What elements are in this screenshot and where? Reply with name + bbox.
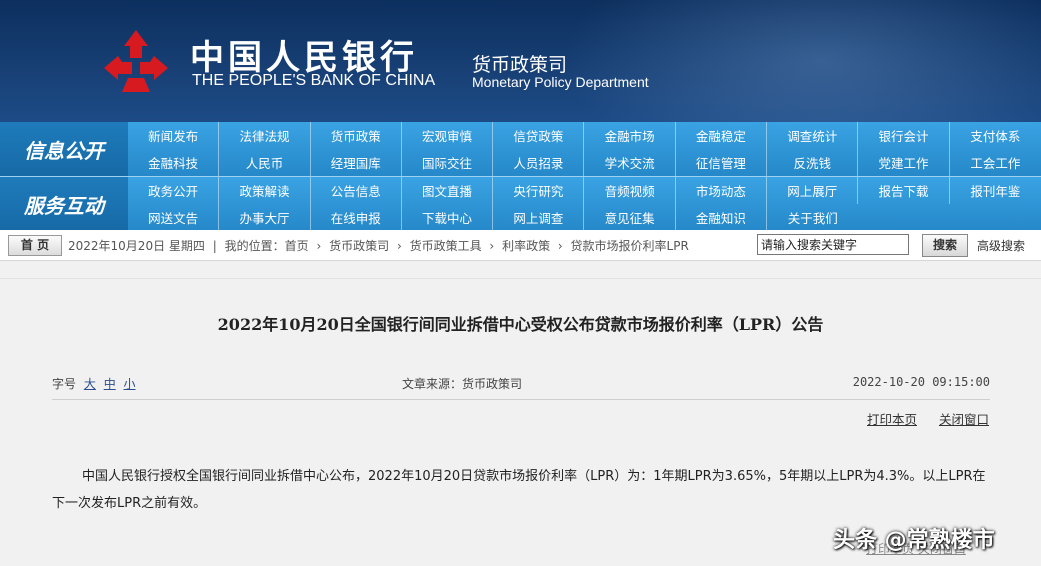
nav-item[interactable]: 学术交流 <box>584 149 676 176</box>
nav-item[interactable]: 调查统计 <box>767 122 859 149</box>
nav-item[interactable]: 关于我们 <box>767 204 858 231</box>
breadcrumb-arrow-icon: › <box>316 239 322 253</box>
print-page-link[interactable]: 打印本页 <box>867 412 917 427</box>
font-size-label: 字号 <box>52 377 77 391</box>
article-actions: 打印本页 关闭窗口 <box>849 409 989 428</box>
nav-grid-service: 政务公开 政策解读 公告信息 图文直播 央行研究 音频视频 市场动态 网上展厅 … <box>128 177 1041 231</box>
breadcrumb-location-label[interactable]: 我的位置：首页 <box>225 239 309 253</box>
nav-item[interactable]: 金融知识 <box>676 204 768 231</box>
department-name-en: Monetary Policy Department <box>472 74 649 90</box>
breadcrumb-item[interactable]: 利率政策 <box>502 239 550 253</box>
font-medium-link[interactable]: 中 <box>104 377 116 391</box>
advanced-search-link[interactable]: 高级搜索 <box>977 237 1025 254</box>
nav-item[interactable]: 信贷政策 <box>493 122 585 149</box>
nav-item[interactable]: 人民币 <box>219 149 311 176</box>
nav-item[interactable]: 银行会计 <box>858 122 950 149</box>
nav-item[interactable]: 政务公开 <box>128 177 220 204</box>
breadcrumb-separator: | <box>212 239 217 253</box>
nav-item[interactable]: 办事大厅 <box>219 204 311 231</box>
nav-item[interactable]: 宏观审慎 <box>402 122 494 149</box>
nav-section-service-label: 服务互动 <box>0 177 128 231</box>
nav-item[interactable]: 金融市场 <box>584 122 676 149</box>
font-size-control: 字号 大 中 小 <box>52 375 136 392</box>
nav-item[interactable]: 音频视频 <box>584 177 676 204</box>
nav-item[interactable]: 网送文告 <box>128 204 220 231</box>
nav-item[interactable]: 金融科技 <box>128 149 220 176</box>
breadcrumb-arrow-icon: › <box>557 239 563 253</box>
banner-glow <box>561 0 1041 122</box>
nav-item[interactable]: 货币政策 <box>311 122 402 149</box>
breadcrumb-bar: 首 页 2022年10月20日 星期四 | 我的位置：首页 › 货币政策司 › … <box>0 230 1041 261</box>
nav-item[interactable]: 公告信息 <box>311 177 402 204</box>
article-meta: 字号 大 中 小 文章来源：货币政策司 2022-10-20 09:15:00 <box>52 369 990 400</box>
nav-item[interactable]: 网上展厅 <box>767 177 859 204</box>
nav-item[interactable]: 图文直播 <box>402 177 494 204</box>
nav-item[interactable]: 政策解读 <box>219 177 311 204</box>
current-date: 2022年10月20日 星期四 <box>68 239 205 253</box>
breadcrumb-arrow-icon: › <box>396 239 402 253</box>
nav-item[interactable]: 反洗钱 <box>767 149 859 176</box>
department-name-cn: 货币政策司 <box>472 54 568 76</box>
nav-item[interactable]: 人员招录 <box>493 149 585 176</box>
close-window-link[interactable]: 关闭窗口 <box>939 412 989 427</box>
breadcrumb-arrow-icon: › <box>489 239 495 253</box>
breadcrumb-item[interactable]: 货币政策司 <box>329 239 389 253</box>
nav-item[interactable]: 在线申报 <box>311 204 402 231</box>
home-button[interactable]: 首 页 <box>8 235 62 256</box>
nav-item[interactable]: 报告下载 <box>858 177 950 204</box>
nav-item[interactable]: 下载中心 <box>402 204 494 231</box>
pboc-logo-icon <box>104 30 168 92</box>
nav-item[interactable]: 报刊年鉴 <box>950 177 1041 204</box>
nav-item[interactable]: 国际交往 <box>402 149 494 176</box>
font-large-link[interactable]: 大 <box>84 377 96 391</box>
watermark: 头条 @常熟楼市 <box>833 528 995 553</box>
nav-item[interactable]: 网上调查 <box>493 204 585 231</box>
nav-item[interactable]: 法律法规 <box>219 122 311 149</box>
nav-item[interactable]: 新闻发布 <box>128 122 220 149</box>
article-datetime: 2022-10-20 09:15:00 <box>852 375 990 389</box>
nav-item[interactable]: 意见征集 <box>584 204 676 231</box>
nav-item[interactable]: 市场动态 <box>676 177 768 204</box>
nav-item[interactable]: 央行研究 <box>493 177 585 204</box>
nav-item[interactable]: 支付体系 <box>950 122 1041 149</box>
nav-section-service: 服务互动 政务公开 政策解读 公告信息 图文直播 央行研究 音频视频 市场动态 … <box>0 176 1041 231</box>
nav-item[interactable]: 经理国库 <box>311 149 402 176</box>
search-button[interactable]: 搜索 <box>922 234 968 257</box>
breadcrumb-item[interactable]: 贷款市场报价利率LPR <box>571 239 689 253</box>
search-input[interactable] <box>757 234 909 255</box>
nav-section-info: 信息公开 新闻发布 法律法规 货币政策 宏观审慎 信贷政策 金融市场 金融稳定 … <box>0 122 1041 176</box>
main-navigation: 信息公开 新闻发布 法律法规 货币政策 宏观审慎 信贷政策 金融市场 金融稳定 … <box>0 122 1041 231</box>
header-banner: 中国人民银行 THE PEOPLE'S BANK OF CHINA 货币政策司 … <box>0 0 1041 122</box>
breadcrumb: 2022年10月20日 星期四 | 我的位置：首页 › 货币政策司 › 货币政策… <box>68 237 693 254</box>
nav-grid-info: 新闻发布 法律法规 货币政策 宏观审慎 信贷政策 金融市场 金融稳定 调查统计 … <box>128 122 1041 176</box>
article-body: 中国人民银行授权全国银行间同业拆借中心公布，2022年10月20日贷款市场报价利… <box>52 469 986 511</box>
nav-item[interactable]: 党建工作 <box>858 149 950 176</box>
breadcrumb-item[interactable]: 货币政策工具 <box>410 239 482 253</box>
font-small-link[interactable]: 小 <box>124 377 136 391</box>
nav-section-info-label: 信息公开 <box>0 122 128 176</box>
article-title: 2022年10月20日全国银行间同业拆借中心受权公布贷款市场报价利率（LPR）公… <box>217 315 824 334</box>
nav-item[interactable]: 金融稳定 <box>676 122 768 149</box>
bank-name-en: THE PEOPLE'S BANK OF CHINA <box>192 72 436 89</box>
nav-item[interactable]: 征信管理 <box>676 149 768 176</box>
article-source: 文章来源：货币政策司 <box>402 377 523 391</box>
nav-item[interactable]: 工会工作 <box>950 149 1041 176</box>
